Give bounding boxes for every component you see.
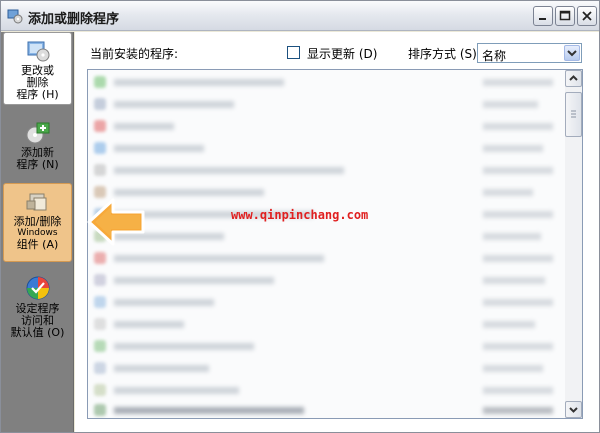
sidebar-item-label: 程序 (N) (16, 158, 59, 171)
close-button[interactable] (577, 6, 597, 26)
sort-by-value: 名称 (482, 49, 507, 63)
minimize-icon (539, 18, 546, 20)
main-panel: 当前安装的程序: 显示更新 (D) 排序方式 (S): 名称 www.qinpi… (75, 32, 599, 432)
minimize-button[interactable] (533, 6, 553, 26)
sidebar-item-change-remove[interactable]: 更改或 删除 程序 (H) (3, 32, 72, 105)
chevron-down-icon (569, 407, 578, 413)
sidebar-item-add-new[interactable]: 添加新 程序 (N) (3, 116, 72, 178)
sidebar-item-label: 默认值 (O) (10, 326, 65, 339)
list-item[interactable] (88, 402, 568, 418)
watermark-text: www.qinpinchang.com (231, 208, 369, 222)
list-item[interactable] (88, 118, 568, 134)
list-item[interactable] (88, 184, 568, 200)
list-item[interactable] (88, 162, 568, 178)
list-item[interactable] (88, 360, 568, 376)
sidebar-item-label: 组件 (A) (16, 238, 59, 251)
sort-by-label: 排序方式 (S): (408, 47, 481, 61)
task-sidebar: 更改或 删除 程序 (H) 添加新 程序 (N) 添加/删除 Windows 组… (1, 32, 74, 432)
list-item[interactable] (88, 316, 568, 332)
window-title: 添加或删除程序 (28, 12, 120, 27)
list-item[interactable] (88, 294, 568, 310)
program-defaults-icon (26, 276, 49, 300)
list-item[interactable] (88, 338, 568, 354)
pointer-arrow-icon (87, 198, 145, 246)
maximize-icon (559, 10, 571, 21)
list-item[interactable] (88, 382, 568, 398)
list-item[interactable] (88, 250, 568, 266)
change-remove-programs-icon (27, 41, 49, 62)
sidebar-item-label: 程序 (H) (16, 88, 59, 101)
sort-by-select[interactable]: 名称 (477, 43, 582, 63)
close-icon (582, 11, 592, 21)
sidebar-item-program-defaults[interactable]: 设定程序 访问和 默认值 (O) (3, 269, 72, 341)
grip-icon (571, 110, 576, 118)
show-updates-label[interactable]: 显示更新 (D) (307, 45, 377, 62)
chevron-up-icon (569, 75, 578, 81)
sidebar-item-windows-components[interactable]: 添加/删除 Windows 组件 (A) (3, 183, 72, 262)
show-updates-checkbox[interactable] (287, 46, 300, 59)
windows-components-icon (26, 193, 46, 211)
list-item[interactable] (88, 140, 568, 156)
list-item[interactable] (88, 96, 568, 112)
app-icon (7, 9, 23, 24)
maximize-button[interactable] (555, 6, 575, 26)
list-item[interactable] (88, 272, 568, 288)
installed-programs-label: 当前安装的程序: (90, 47, 179, 61)
scroll-up-button[interactable] (565, 70, 582, 87)
scrollbar-thumb[interactable] (565, 92, 582, 137)
list-item[interactable] (88, 228, 568, 244)
vertical-scrollbar[interactable] (565, 70, 582, 418)
scroll-down-button[interactable] (565, 401, 582, 418)
title-bar[interactable]: 添加或删除程序 (1, 1, 599, 31)
dropdown-button[interactable] (564, 45, 580, 61)
add-program-icon (26, 122, 49, 144)
add-remove-programs-window: 添加或删除程序 更改或 删除 程序 (H) 添加新 程序 (N) 添加/删除 W… (0, 0, 600, 433)
chevron-down-icon (567, 50, 577, 57)
list-item[interactable] (88, 74, 568, 90)
sidebar-item-label: 添加/删除 (13, 215, 62, 228)
installed-programs-list[interactable] (87, 69, 583, 419)
